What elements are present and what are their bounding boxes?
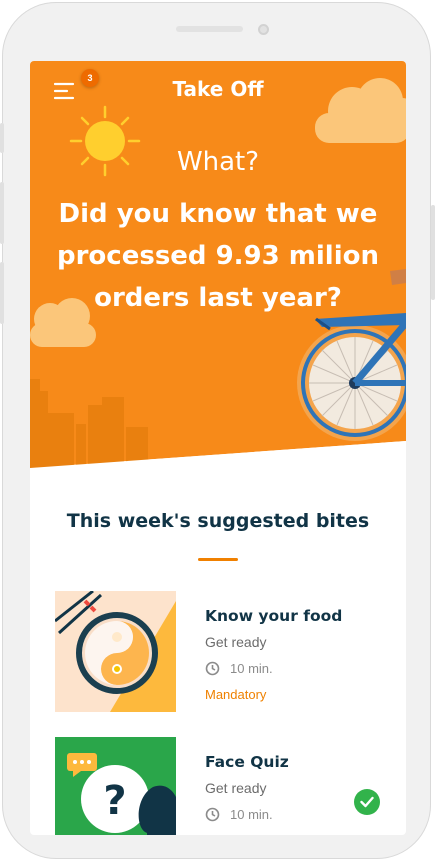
bite-subtitle: Get ready <box>205 634 267 650</box>
phone-speaker <box>176 26 243 32</box>
phone-camera <box>258 24 269 35</box>
bite-thumbnail <box>55 591 176 712</box>
bite-mandatory-tag: Mandatory <box>205 687 267 702</box>
phone-button-mute <box>0 123 4 153</box>
phone-button-volume-down <box>0 262 4 324</box>
clock-icon <box>205 661 220 676</box>
phone-button-power <box>431 205 435 300</box>
section-underline <box>198 558 238 561</box>
bite-thumbnail: ? <box>55 737 176 835</box>
app-screen: 3 Take Off What? Did you know that we pr… <box>30 61 406 835</box>
bite-title: Know your food <box>205 607 343 625</box>
bite-duration: 10 min. <box>205 807 273 822</box>
hero-kicker: What? <box>176 147 260 177</box>
bite-duration: 10 min. <box>205 661 273 676</box>
hero-banner: 3 Take Off What? Did you know that we pr… <box>30 61 406 471</box>
bite-title: Face Quiz <box>205 753 289 771</box>
bite-card-know-your-food[interactable]: Know your food Get ready 10 min. Mandato… <box>55 591 381 712</box>
section-title: This week's suggested bites <box>66 510 370 532</box>
completed-check <box>354 789 380 815</box>
phone-button-volume-up <box>0 182 4 244</box>
clock-icon <box>205 807 220 822</box>
bite-duration-text: 10 min. <box>230 661 273 676</box>
hero-fact: Did you know that we processed 9.93 mili… <box>57 199 379 313</box>
bite-card-face-quiz[interactable]: ? Face Quiz Get ready 10 min. <box>55 737 381 835</box>
check-icon <box>360 796 374 808</box>
app-title: Take Off <box>172 77 264 101</box>
bite-duration-text: 10 min. <box>230 807 273 822</box>
bite-subtitle: Get ready <box>205 780 267 796</box>
question-icon: ? <box>103 778 126 824</box>
